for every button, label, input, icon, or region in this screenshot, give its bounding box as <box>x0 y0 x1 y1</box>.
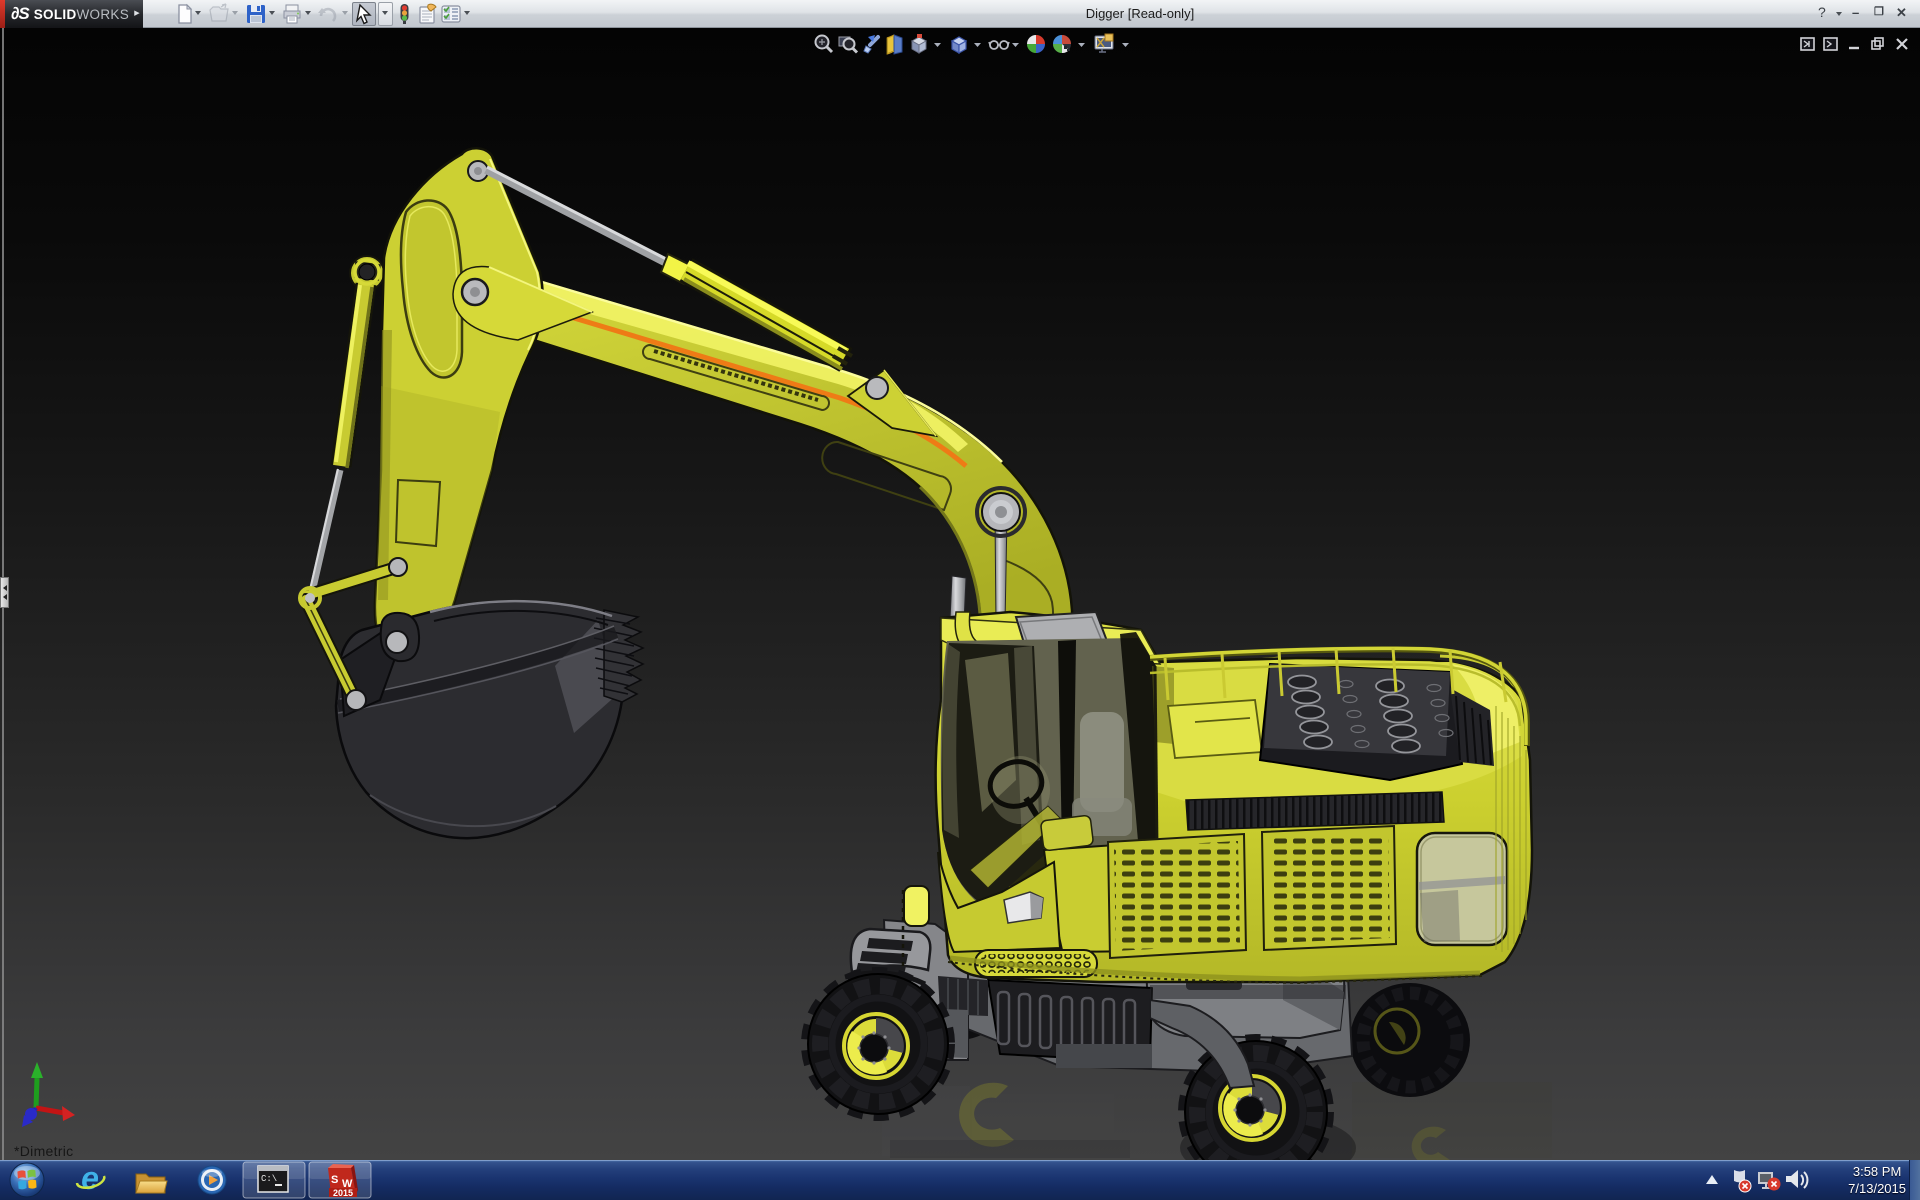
svg-text:e: e <box>81 1160 99 1196</box>
svg-text:2015: 2015 <box>333 1188 353 1198</box>
svg-text:S: S <box>331 1174 338 1186</box>
svg-text:C:\: C:\ <box>261 1174 277 1184</box>
